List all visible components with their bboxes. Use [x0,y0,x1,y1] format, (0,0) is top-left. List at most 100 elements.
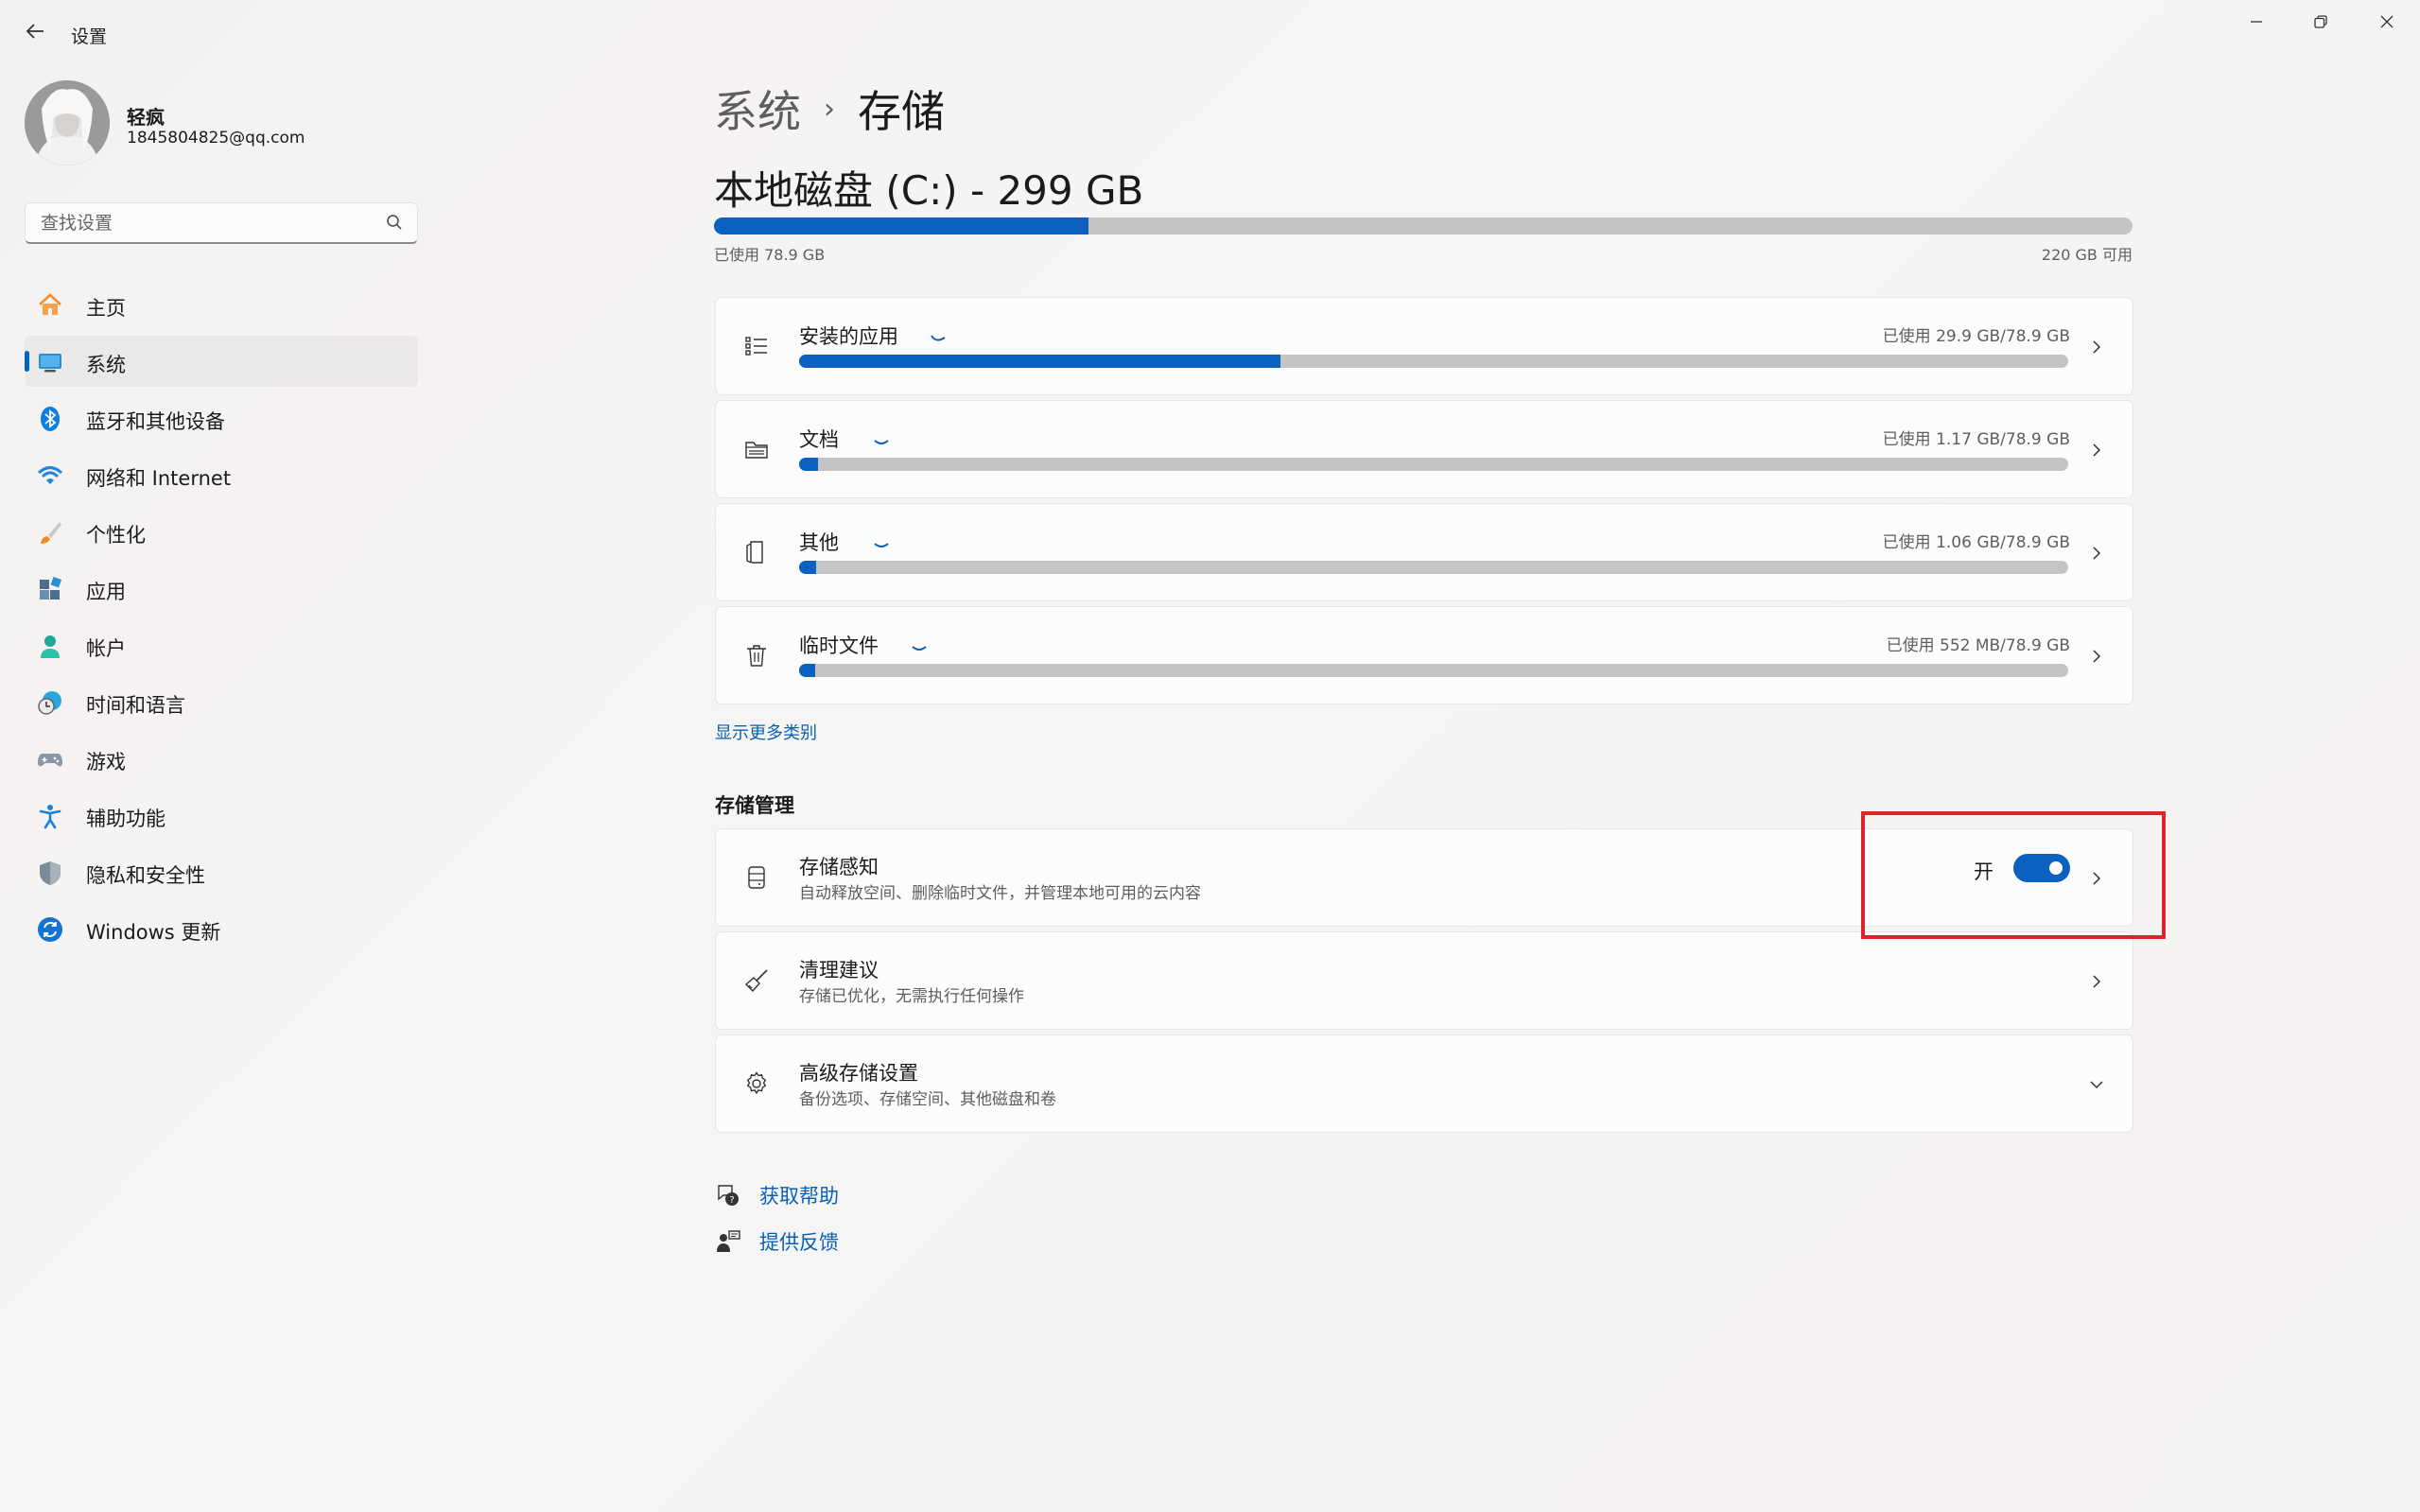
sidebar-item-label: 帐户 [86,637,126,660]
active-indicator [25,351,29,372]
breadcrumb-parent[interactable]: 系统 [714,78,801,140]
search-icon[interactable] [385,213,404,232]
sidebar-item-gaming[interactable]: 游戏 [25,733,418,784]
gamepad-icon [36,745,64,773]
minimize-button[interactable] [2224,0,2289,43]
shield-icon [36,859,64,887]
page-title: 存储 [858,86,945,137]
get-help-link[interactable]: 获取帮助 [759,1181,839,1209]
wifi-icon [36,461,64,490]
sidebar-item-network[interactable]: 网络和 Internet [25,449,418,500]
sidebar-item-label: 系统 [86,354,126,376]
folder-icon [740,433,773,465]
category-usage: 已使用 1.17 GB/78.9 GB [1882,430,2070,449]
storage-sense-label: 存储感知 [799,856,879,878]
chevron-down-icon [2085,1073,2108,1096]
sidebar-item-home[interactable]: 主页 [25,279,418,330]
category-usage-fill [799,561,816,574]
sidebar-item-label: 时间和语言 [86,694,185,717]
restore-icon [2314,15,2327,28]
category-usage-bar [799,561,2068,574]
sidebar-item-label: 应用 [86,581,126,603]
user-name: 轻疯 [127,106,165,129]
get-help-item[interactable]: ? 获取帮助 [714,1179,839,1211]
sidebar-item-label: 辅助功能 [86,808,165,830]
sidebar-item-system[interactable]: 系统 [25,336,418,387]
category-usage-fill [799,458,818,471]
section-title-storage-management: 存储管理 [715,794,794,817]
time-language-icon [36,688,64,717]
category-usage: 已使用 1.06 GB/78.9 GB [1882,533,2070,552]
restore-button[interactable] [2289,0,2353,43]
sidebar-item-accounts[interactable]: 帐户 [25,619,418,670]
sidebar-item-time-language[interactable]: 时间和语言 [25,676,418,727]
sidebar-item-label: Windows 更新 [86,921,221,944]
other-files-icon [740,536,773,568]
category-label: 文档 [799,428,839,451]
back-button[interactable] [21,17,49,45]
loading-spinner-icon [874,440,889,444]
account-icon [36,632,64,660]
help-chat-icon: ? [714,1181,742,1209]
sidebar-item-personalization[interactable]: 个性化 [25,506,418,557]
category-documents[interactable]: 文档 已使用 1.17 GB/78.9 GB [715,400,2133,498]
show-more-categories-link[interactable]: 显示更多类别 [715,720,817,744]
feedback-item[interactable]: 提供反馈 [714,1225,839,1258]
brush-icon [36,518,64,547]
update-icon [36,915,64,944]
advanced-storage-settings-row[interactable]: 高级存储设置 备份选项、存储空间、其他磁盘和卷 [715,1034,2133,1133]
list-icon [740,330,773,362]
sidebar-item-label: 主页 [86,297,126,320]
window-title: 设置 [71,26,108,47]
cleanup-recommendations-row[interactable]: 清理建议 存储已优化，无需执行任何操作 [715,931,2133,1030]
breadcrumb: 系统 › 存储 [714,78,945,140]
accessibility-icon [36,802,64,830]
category-usage-fill [799,664,816,677]
sidebar-item-apps[interactable]: 应用 [25,563,418,614]
advanced-storage-label: 高级存储设置 [799,1062,918,1085]
cleanup-label: 清理建议 [799,959,879,982]
close-button[interactable] [2355,0,2419,43]
avatar[interactable] [25,80,110,165]
feedback-link[interactable]: 提供反馈 [759,1227,839,1256]
category-usage: 已使用 552 MB/78.9 GB [1886,636,2070,655]
loading-spinner-icon [912,646,927,651]
breadcrumb-separator: › [824,92,835,126]
category-other[interactable]: 其他 已使用 1.06 GB/78.9 GB [715,503,2133,601]
close-icon [2380,15,2394,28]
category-label: 临时文件 [799,634,879,657]
storage-sense-desc: 自动释放空间、删除临时文件，并管理本地可用的云内容 [799,884,1201,903]
category-usage-bar [799,355,2068,368]
loading-spinner-icon [931,335,946,341]
search-box[interactable] [25,202,418,244]
category-temp-files[interactable]: 临时文件 已使用 552 MB/78.9 GB [715,606,2133,704]
chevron-right-icon [2085,970,2108,993]
bluetooth-icon [36,405,64,433]
minimize-icon [2251,21,2262,23]
sidebar-item-privacy[interactable]: 隐私和安全性 [25,846,418,897]
sidebar-item-label: 蓝牙和其他设备 [86,410,225,433]
user-email: 1845804825@qq.com [127,129,305,148]
sidebar-item-label: 个性化 [86,524,146,547]
sidebar-item-label: 网络和 Internet [86,467,232,490]
category-installed-apps[interactable]: 安装的应用 已使用 29.9 GB/78.9 GB [715,297,2133,395]
category-label: 安装的应用 [799,325,898,348]
category-usage-fill [799,355,1280,368]
chevron-right-icon [2085,439,2108,461]
broom-icon [740,965,773,997]
apps-icon [36,575,64,603]
disk-usage-bar [714,217,2133,235]
sidebar-item-accessibility[interactable]: 辅助功能 [25,790,418,841]
advanced-storage-desc: 备份选项、存储空间、其他磁盘和卷 [799,1090,1056,1109]
cleanup-desc: 存储已优化，无需执行任何操作 [799,987,1024,1006]
disk-free-label: 220 GB 可用 [2041,246,2133,264]
chevron-right-icon [2085,336,2108,358]
trash-icon [740,639,773,671]
sidebar-item-windows-update[interactable]: Windows 更新 [25,903,418,954]
disk-usage-fill [714,217,1088,235]
category-usage: 已使用 29.9 GB/78.9 GB [1882,327,2070,346]
feedback-icon [714,1227,742,1256]
category-usage-bar [799,458,2068,471]
search-input[interactable] [39,203,383,243]
sidebar-item-bluetooth[interactable]: 蓝牙和其他设备 [25,392,418,443]
